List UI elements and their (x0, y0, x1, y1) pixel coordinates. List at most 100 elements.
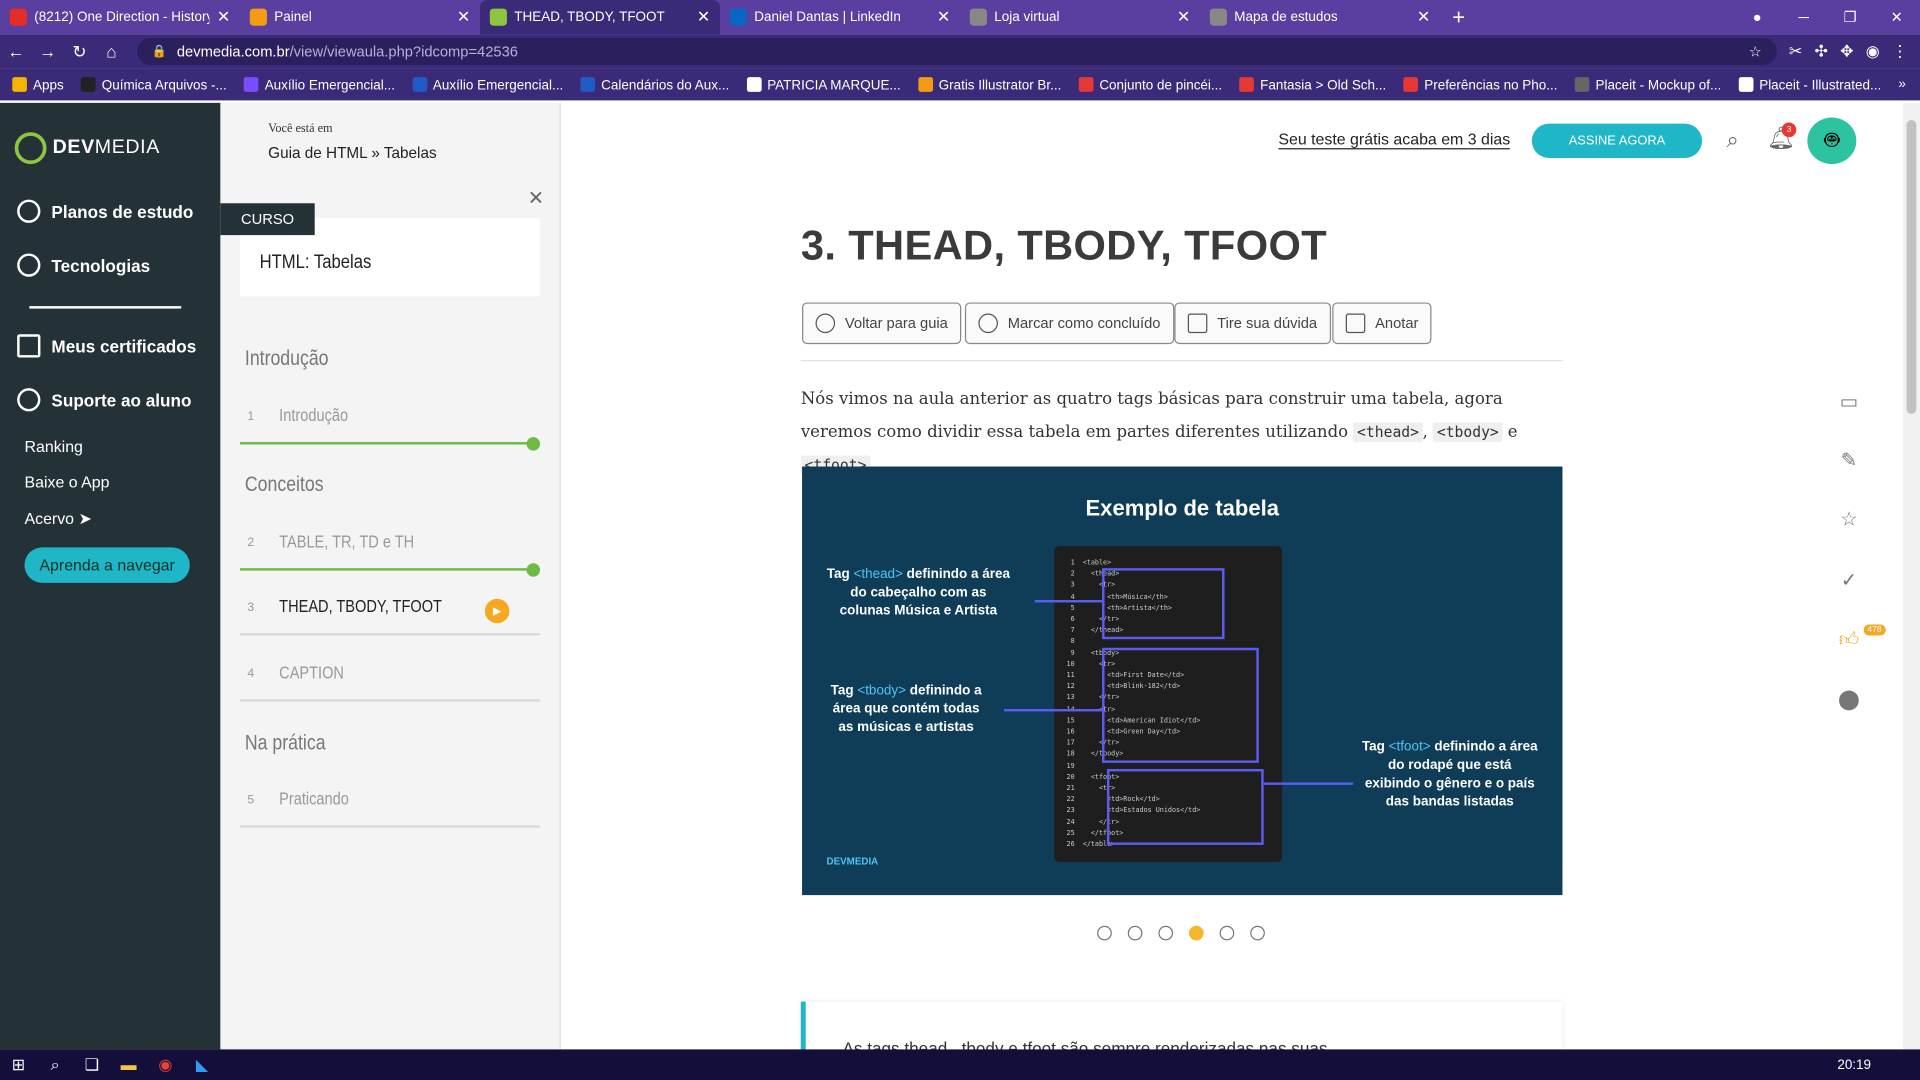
browser-tab[interactable]: Daniel Dantas | LinkedIn ✕ (720, 0, 960, 34)
file-explorer-icon[interactable]: ▬ (110, 1056, 147, 1074)
menu-icon[interactable]: ⋮ (1892, 42, 1908, 62)
star-icon[interactable]: ☆ (1836, 507, 1863, 534)
bookmark-icon (580, 76, 596, 92)
puzzle-icon[interactable]: ✥ (1840, 42, 1853, 62)
close-tab-icon[interactable]: ✕ (457, 7, 470, 27)
close-tab-icon[interactable]: ✕ (1177, 7, 1190, 27)
back-icon[interactable]: ← (0, 42, 32, 62)
check-circle-icon[interactable]: ✓ (1836, 568, 1863, 595)
comment-icon[interactable]: ▭ (1836, 389, 1863, 416)
slide-dot[interactable] (1188, 925, 1204, 941)
browser-tab[interactable]: Painel ✕ (240, 0, 480, 34)
close-window-button[interactable]: ✕ (1873, 9, 1920, 26)
bookmark-star-icon[interactable]: ☆ (1749, 43, 1762, 60)
slide-dot[interactable] (1219, 925, 1235, 941)
tfoot-frame (1106, 768, 1264, 845)
note-tag: <tfoot> (1388, 739, 1431, 755)
bookmark-item[interactable]: Preferências no Pho... (1403, 76, 1558, 92)
close-panel-icon[interactable]: ✕ (528, 186, 544, 210)
bookmark-item[interactable]: Conjunto de pincéi... (1078, 76, 1222, 92)
sidebar-item-certificados[interactable]: Meus certificados (17, 334, 196, 358)
subscribe-button[interactable]: ASSINE AGORA (1531, 123, 1703, 158)
devmedia-logo[interactable]: DEV MEDIA (14, 132, 160, 165)
breadcrumb[interactable]: Guia de HTML » Tabelas (268, 144, 436, 161)
vscode-icon[interactable]: ◣ (184, 1055, 221, 1075)
bookmark-icon (412, 76, 427, 92)
bookmark-item[interactable]: Auxílio Emergencial... (412, 76, 563, 92)
sidebar-link-app[interactable]: Baixe o App (24, 473, 109, 491)
sidebar-item-planos[interactable]: Planos de estudo (17, 199, 193, 223)
bookmark-item[interactable]: Apps (12, 76, 64, 92)
maximize-button[interactable]: ❐ (1827, 9, 1874, 26)
slide-dot[interactable] (1250, 925, 1265, 941)
lesson-item[interactable]: 5 Praticando (240, 779, 541, 828)
slide-dot[interactable] (1127, 925, 1143, 941)
close-tab-icon[interactable]: ✕ (937, 7, 950, 27)
bookmark-item[interactable]: Fantasia > Old Sch... (1239, 76, 1386, 92)
annotate-button[interactable]: Anotar (1332, 302, 1432, 345)
bookmarks-more[interactable]: » (1898, 77, 1920, 92)
lesson-item[interactable]: 1 Introdução (240, 396, 541, 451)
arrow (1004, 708, 1103, 712)
url-field[interactable]: 🔒 devmedia.com.br/view/viewaula.php?idco… (137, 37, 1777, 65)
trial-notice[interactable]: Seu teste grátis acaba em 3 dias (1278, 130, 1511, 150)
slide-logo: DEVMEDIA (826, 855, 879, 867)
forward-icon[interactable]: → (32, 42, 64, 62)
bookmark-item[interactable]: Placeit - Illustrated... (1738, 76, 1881, 92)
home-icon[interactable]: ⌂ (96, 42, 128, 62)
sidebar-item-suporte[interactable]: Suporte ao aluno (17, 388, 191, 412)
minimize-button[interactable]: ─ (1780, 9, 1827, 26)
browser-tab[interactable]: Loja virtual ✕ (960, 0, 1200, 34)
lesson-number: 5 (247, 793, 255, 807)
task-view-icon[interactable]: ❏ (73, 1055, 110, 1075)
bookmark-item[interactable]: Placeit - Mockup of... (1574, 76, 1721, 92)
share-icon[interactable]: ⬤ (1836, 687, 1863, 714)
notes-icon[interactable]: ✎ (1836, 448, 1863, 475)
new-tab-button[interactable]: + (1452, 0, 1465, 34)
bookmark-item[interactable]: PATRICIA MARQUE... (746, 76, 901, 92)
lesson-item[interactable]: 4 CAPTION (240, 653, 541, 702)
scrollbar-thumb[interactable] (1906, 120, 1917, 414)
sidebar-item-tecnologias[interactable]: Tecnologias (17, 253, 150, 277)
back-to-guide-button[interactable]: Voltar para guia (802, 302, 962, 345)
page-scrollbar[interactable] (1902, 102, 1920, 1050)
bookmark-item[interactable]: Química Arquivos -... (80, 76, 227, 92)
lesson-item-current[interactable]: 3 THEAD, TBODY, TFOOT ▶ (240, 587, 541, 636)
lesson-number: 2 (247, 536, 255, 550)
browser-tab[interactable]: THEAD, TBODY, TFOOT ✕ (480, 0, 721, 35)
thumbs-up-icon[interactable]: 👍︎ (1836, 628, 1863, 655)
close-tab-icon[interactable]: ✕ (217, 7, 230, 27)
windows-start-icon[interactable]: ⊞ (0, 1055, 37, 1075)
browser-tab[interactable]: (8212) One Direction - History (C ✕ (0, 0, 240, 34)
lesson-item[interactable]: 2 TABLE, TR, TD e TH (240, 522, 541, 577)
course-title[interactable]: HTML: Tabelas (260, 252, 372, 274)
sidebar-link-acervo[interactable]: Acervo ➤ (24, 509, 91, 529)
mark-complete-button[interactable]: Marcar como concluído (964, 302, 1174, 345)
bookmark-item[interactable]: Gratis Illustrator Br... (917, 76, 1061, 92)
favicon-icon (249, 8, 267, 26)
browser-tab[interactable]: Mapa de estudos ✕ (1200, 0, 1440, 34)
learn-navigate-button[interactable]: Aprenda a navegar (24, 547, 190, 583)
search-icon[interactable]: ⌕ (37, 1055, 74, 1075)
extension-icon[interactable]: ✣ (1815, 42, 1828, 62)
lesson-progress (240, 825, 541, 828)
avatar[interactable]: 🤖︎ (1807, 117, 1857, 165)
close-tab-icon[interactable]: ✕ (697, 7, 710, 27)
lesson-progress (240, 568, 541, 571)
account-icon[interactable]: ◉ (1866, 42, 1880, 62)
ask-question-button[interactable]: Tire sua dúvida (1174, 302, 1331, 345)
tbody-frame (1102, 647, 1259, 763)
bookmark-item[interactable]: Auxílio Emergencial... (243, 76, 395, 92)
bookmark-item[interactable]: Calendários do Aux... (580, 76, 729, 92)
reload-icon[interactable]: ↻ (64, 41, 96, 62)
slide-dot[interactable] (1158, 925, 1174, 941)
window-controls: ● ─ ❐ ✕ (1734, 0, 1920, 34)
close-tab-icon[interactable]: ✕ (1417, 7, 1430, 27)
search-icon[interactable]: ⌕ (1727, 127, 1739, 153)
url-host: devmedia.com.br (176, 42, 290, 61)
slide-dot[interactable] (1097, 925, 1112, 941)
profile-icon[interactable]: ● (1734, 9, 1781, 26)
sidebar-link-ranking[interactable]: Ranking (24, 437, 82, 455)
chrome-icon[interactable]: ◉ (147, 1055, 184, 1075)
extension-icon[interactable]: ✂ (1789, 42, 1802, 62)
